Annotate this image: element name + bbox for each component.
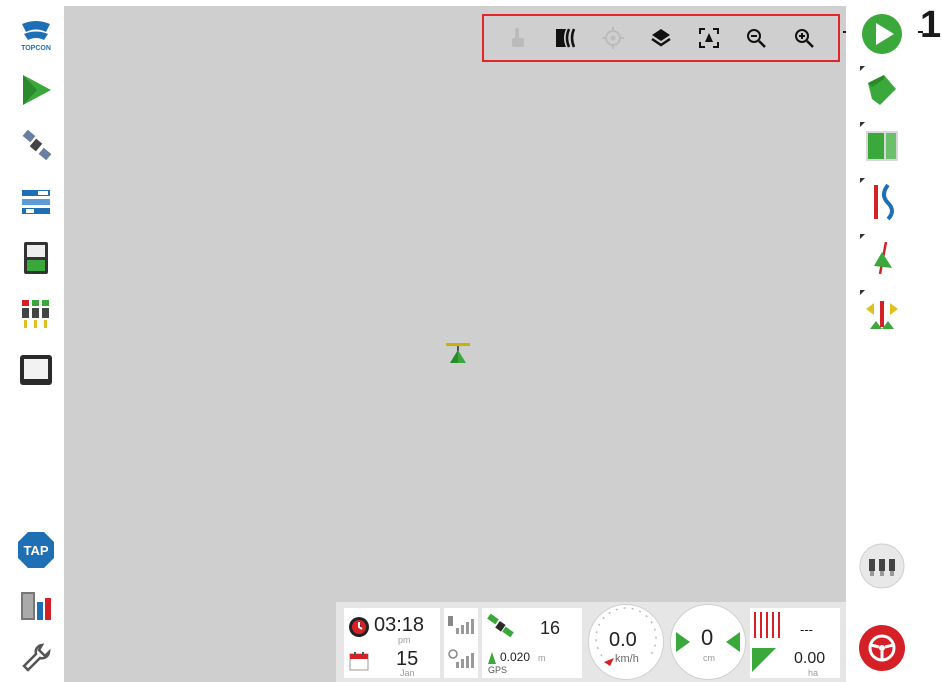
cross-track-gauge[interactable]: 0 cm [670,604,746,680]
wrench-icon[interactable] [14,636,58,680]
nudge-icon[interactable] [856,288,908,340]
coverage-icon [752,648,776,677]
calendar-icon [348,650,370,677]
area-unit: ha [808,668,819,678]
gps-panel[interactable]: 16 0.020 m GPS [482,608,582,678]
guidance-arrow-icon[interactable] [14,68,58,112]
area-panel[interactable]: --- 0.00 ha [750,608,840,678]
status-bar: 03:18 pm 15 Jan 16 0.020 m GPS 0.0 km/h … [336,602,846,682]
time-date-panel[interactable]: 03:18 pm 15 Jan [344,608,440,678]
zoom-out-icon[interactable] [739,21,773,55]
corner-indicator [860,234,865,239]
contour-icon[interactable] [549,21,583,55]
area-value: 0.00 [794,650,826,667]
implement-sections-icon[interactable] [856,540,908,592]
cross-track-value: 0 [701,625,714,650]
clock-icon [348,616,370,643]
speed-unit: km/h [615,653,639,665]
section-control-icon[interactable] [14,292,58,336]
console-icon[interactable] [14,236,58,280]
target-icon[interactable] [596,21,630,55]
boundary-icon[interactable] [856,120,908,172]
app-screen: TOPCON TAP 1 03:18 pm 15 Jan 16 0.020 m … [0,0,942,682]
zoom-in-icon[interactable] [787,21,821,55]
topcon-logo-icon[interactable]: TOPCON [14,12,58,56]
cellular-signal-icon [448,614,474,641]
time-period: pm [398,635,411,645]
satellite-icon [486,612,516,645]
steering-wheel-icon[interactable] [856,622,908,674]
satellite-count: 16 [540,618,561,638]
gps-satellite-icon[interactable] [14,124,58,168]
corner-indicator [860,122,865,127]
tap-label: TAP [23,543,48,558]
touch-icon[interactable] [501,21,535,55]
left-toolbar: TOPCON TAP [8,6,64,682]
speed-gauge[interactable]: 0.0 km/h [588,604,664,680]
callout-number: 1 [920,4,942,46]
accuracy-unit: m [538,653,546,663]
tank-icon[interactable] [14,584,58,628]
monitor-icon[interactable] [14,348,58,392]
layers-list-icon[interactable] [14,180,58,224]
guidelines-icon[interactable] [856,176,908,228]
rows-icon [752,612,782,643]
right-toolbar [846,6,918,682]
map-view[interactable] [64,6,846,682]
steering-icon[interactable] [856,232,908,284]
vehicle-marker-icon [444,342,472,364]
time-value: 03:18 [374,614,425,636]
layers-icon[interactable] [644,21,678,55]
field-icon[interactable] [856,64,908,116]
corner-indicator [860,290,865,295]
area-top-value: --- [800,622,813,637]
position-source: GPS [488,665,508,675]
speed-value: 0.0 [609,629,637,651]
accuracy-value: 0.020 [500,650,531,664]
map-toolbar [482,14,840,62]
logo-text: TOPCON [21,45,51,52]
signal-panel[interactable] [444,608,478,678]
corner-indicator [860,178,865,183]
zoom-extents-icon[interactable] [692,21,726,55]
date-month: Jan [400,668,415,678]
radio-signal-icon [448,648,474,675]
cross-track-unit: cm [703,653,715,663]
tap-icon[interactable]: TAP [14,528,58,572]
play-icon[interactable] [856,8,908,60]
corner-indicator [860,66,865,71]
